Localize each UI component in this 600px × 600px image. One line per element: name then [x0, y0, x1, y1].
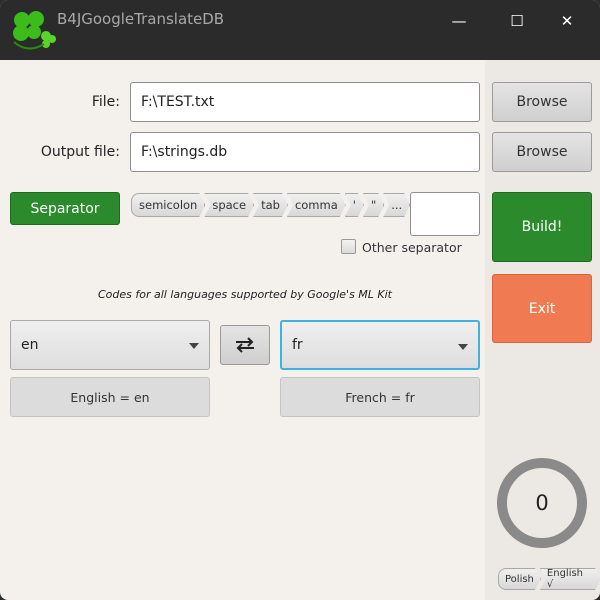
separator-more[interactable]: ... [383, 193, 410, 217]
language-breadcrumb: Polish English √ [498, 568, 600, 590]
chevron-down-icon [189, 343, 199, 349]
lang-crumb-polish[interactable]: Polish [498, 568, 541, 590]
separator-quote[interactable]: ' [345, 193, 364, 217]
exit-button[interactable]: Exit [492, 274, 592, 343]
other-separator-input[interactable] [410, 192, 480, 236]
file-label: File: [91, 94, 120, 110]
source-language-select[interactable]: en [10, 320, 210, 370]
other-separator-label: Other separator [362, 240, 462, 255]
separator-tab[interactable]: tab [253, 193, 288, 217]
title-bar: B4JGoogleTranslateDB — ☐ ✕ [0, 0, 600, 60]
browse-output-button[interactable]: Browse [492, 132, 592, 172]
close-button[interactable]: ✕ [544, 8, 590, 34]
separator-comma[interactable]: comma [287, 193, 346, 217]
maximize-button[interactable]: ☐ [494, 8, 540, 34]
window-title: B4JGoogleTranslateDB [57, 10, 225, 28]
separator-button[interactable]: Separator [10, 192, 120, 225]
target-language-name-button[interactable]: French = fr [280, 377, 480, 417]
swap-languages-button[interactable] [220, 325, 270, 365]
target-language-value: fr [292, 337, 303, 353]
source-language-value: en [21, 337, 39, 353]
target-language-select[interactable]: fr [280, 320, 480, 370]
clover-logo-icon [13, 11, 56, 50]
output-label: Output file: [40, 144, 120, 160]
other-separator-checkbox[interactable] [341, 239, 356, 254]
separator-double-quote[interactable]: " [363, 193, 384, 217]
separator-semicolon[interactable]: semicolon [131, 193, 205, 217]
lang-crumb-english[interactable]: English √ [540, 568, 600, 590]
source-language-name-button[interactable]: English = en [10, 377, 210, 417]
build-button[interactable]: Build! [492, 192, 592, 262]
app-window: B4JGoogleTranslateDB — ☐ ✕ File: F:\TEST… [0, 0, 600, 600]
separator-space[interactable]: space [204, 193, 254, 217]
separator-breadcrumb: semicolon space tab comma ' " ... [131, 193, 409, 217]
chevron-down-icon [458, 344, 468, 350]
progress-ring: 0 [497, 458, 587, 548]
browse-file-button[interactable]: Browse [492, 82, 592, 122]
output-input[interactable]: F:\strings.db [130, 132, 480, 172]
info-text: Codes for all languages supported by Goo… [97, 288, 392, 301]
swap-arrows-icon [236, 337, 254, 353]
progress-count: 0 [535, 491, 549, 515]
minimize-button[interactable]: — [436, 8, 482, 34]
file-input[interactable]: F:\TEST.txt [130, 82, 480, 122]
